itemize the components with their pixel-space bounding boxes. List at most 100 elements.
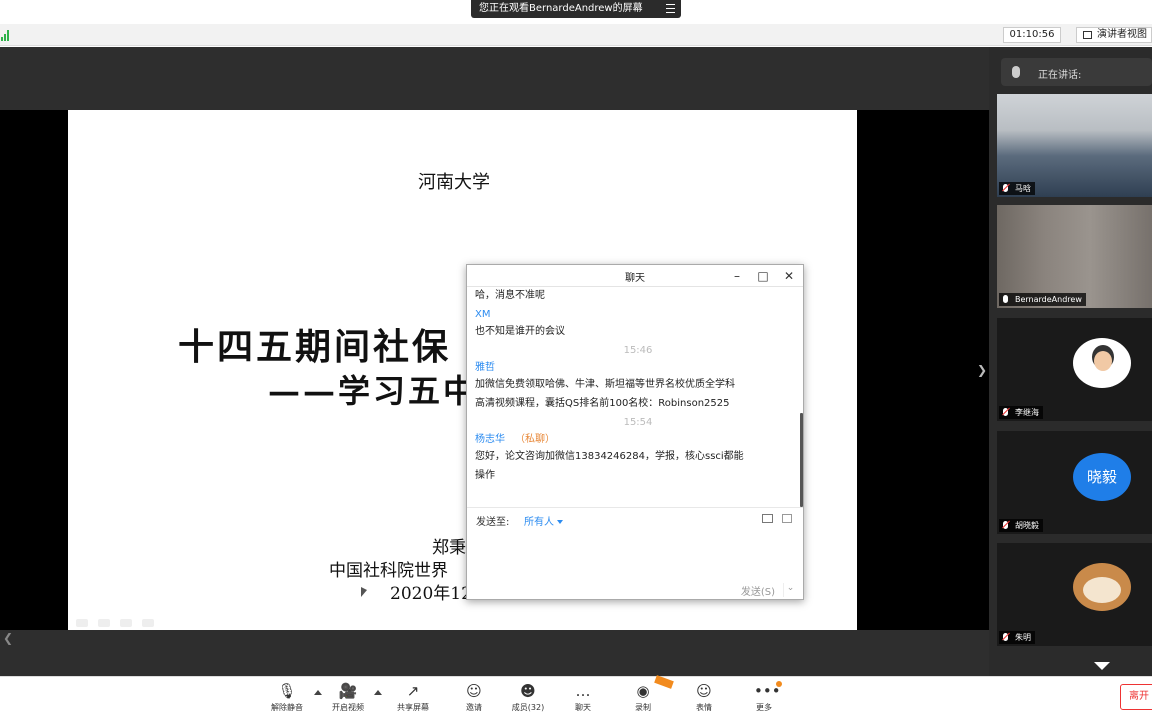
dog-avatar [1073, 563, 1131, 611]
send-to-label: 发送至: [476, 517, 510, 528]
chat-icon: … [575, 682, 591, 700]
more-label: 更多 [756, 703, 772, 712]
slide-toolbar [76, 612, 166, 627]
slide-title-line1: 十四五期间社保 [178, 326, 452, 368]
participant-name: 马晗 [1015, 184, 1031, 193]
participant-name: 胡晓毅 [1015, 521, 1039, 530]
next-page-icon[interactable]: ❯ [977, 363, 987, 377]
record-icon: ◉ [636, 682, 650, 700]
emoji-icon: ☺ [696, 682, 712, 700]
participant-name-tag: 朱明 [999, 631, 1035, 644]
chat-title: 聊天 [625, 273, 645, 284]
private-chat-tag: （私聊） [515, 434, 555, 445]
chat-timestamp: 15:54 [623, 417, 653, 428]
send-button[interactable]: 发送(S) [729, 583, 775, 598]
participant-name-tag: BernardeAndrew [999, 293, 1086, 306]
slide-university: 河南大学 [418, 172, 490, 193]
participant-name-tag: 胡晓毅 [999, 519, 1043, 532]
chat-message-list[interactable]: 哈，消息不准呢 XM 也不知是谁开的会议 15:46 雅哲加微信免费领取哈佛、牛津、斯坦… [475, 289, 801, 503]
chat-message-text: 操作 [475, 470, 495, 481]
invite-button[interactable]: ☺ 邀请 [446, 680, 502, 716]
chat-timestamp: 15:46 [623, 345, 653, 356]
participant-tile[interactable]: 马晗 [997, 94, 1152, 197]
start-video-label: 开启视频 [332, 703, 364, 712]
chat-message-text: 哈，消息不准呢 [475, 290, 545, 301]
file-icon[interactable] [782, 514, 792, 523]
participant-name: 朱明 [1015, 633, 1031, 642]
participant-name: 李继海 [1015, 408, 1039, 417]
mic-muted-icon [1003, 408, 1008, 416]
mic-muted-icon: 🎙 [277, 682, 297, 700]
layout-icon [1083, 31, 1092, 39]
participant-tile[interactable]: BernardeAndrew [997, 205, 1152, 308]
participant-tile[interactable]: 朱明 [997, 543, 1152, 646]
slide-organization: 中国社科院世界 [329, 561, 448, 581]
chat-sender-name[interactable]: 雅哲 [475, 361, 495, 375]
reactions-label: 表情 [696, 703, 712, 712]
chat-titlebar[interactable]: 聊天 – □ ✕ [467, 265, 803, 287]
participant-name: BernardeAndrew [1015, 295, 1082, 304]
private-chat-wrapper: （私聊） [515, 433, 555, 447]
viewing-banner-text: 您正在观看BernardeAndrew的屏幕 [479, 3, 643, 14]
avatar-initials: 晓毅 [1073, 453, 1131, 501]
slide-author: 郑秉 [432, 538, 466, 558]
scroll-down-icon[interactable] [1094, 662, 1110, 670]
mouse-cursor-icon [361, 587, 367, 597]
mic-muted-icon [1003, 184, 1008, 192]
maximize-icon[interactable]: □ [755, 268, 771, 284]
menu-icon[interactable] [666, 4, 675, 13]
meeting-info-bar [0, 24, 1152, 46]
avatar [1073, 338, 1131, 388]
participant-tile[interactable]: 李继海 [997, 318, 1152, 421]
chat-sender-name[interactable]: 杨志华 [475, 433, 505, 447]
send-options-icon[interactable]: ⌄ [783, 583, 797, 597]
reactions-button[interactable]: ☺ 表情 [676, 680, 732, 716]
invite-icon: ☺ [466, 682, 482, 700]
unmute-button[interactable]: 🎙 解除静音 [259, 680, 315, 716]
leave-button[interactable]: 离开 [1120, 684, 1152, 710]
unmute-label: 解除静音 [271, 703, 303, 712]
video-off-icon: 🎥 [338, 682, 358, 700]
chat-message-text: 您好，论文咨询加微信13834246284，学报，核心ssci都能 [475, 451, 744, 462]
share-screen-button[interactable]: ↗ 共享屏幕 [385, 680, 441, 716]
chat-scrollbar[interactable] [800, 413, 803, 507]
speaker-view-button[interactable]: 演讲者视图 [1076, 27, 1152, 43]
more-button[interactable]: ••• 更多 [736, 680, 792, 716]
slide-title-line2: ——学习五中 [268, 372, 479, 410]
chat-send-bar: 发送至: 所有人 [467, 507, 803, 529]
chat-label: 聊天 [575, 703, 591, 712]
slide-date: 2020年12 [390, 584, 472, 604]
recipient-select[interactable]: 所有人 [524, 513, 563, 528]
participant-name-tag: 李继海 [999, 406, 1043, 419]
share-screen-label: 共享屏幕 [397, 703, 429, 712]
chat-message-text: 加微信免费领取哈佛、牛津、斯坦福等世界名校优质全学科 [475, 379, 735, 390]
image-icon[interactable] [762, 514, 773, 523]
participants-button[interactable]: ☻ 成员(32) [500, 680, 556, 716]
mic-muted-icon [1003, 633, 1008, 641]
invite-label: 邀请 [466, 703, 482, 712]
chat-sender-name[interactable]: XM [475, 308, 490, 322]
chevron-down-icon [557, 520, 563, 524]
signal-strength-icon[interactable] [1, 30, 9, 41]
share-screen-icon: ↗ [406, 682, 420, 700]
participant-tile[interactable]: 晓毅 胡晓毅 [997, 431, 1152, 534]
participant-name-tag: 马晗 [999, 182, 1035, 195]
participants-label: 成员(32) [511, 703, 545, 712]
chat-message-text: 也不知是谁开的会议 [475, 326, 565, 337]
record-label: 录制 [635, 703, 651, 712]
notification-dot [776, 681, 782, 687]
video-options-caret[interactable] [374, 690, 382, 695]
chat-input[interactable] [471, 531, 799, 573]
viewing-screen-banner[interactable]: 您正在观看BernardeAndrew的屏幕 [471, 0, 681, 18]
meeting-timer: 01:10:56 [1003, 27, 1061, 43]
speaking-label: 正在讲话: [1038, 70, 1082, 81]
recipient-value: 所有人 [524, 517, 554, 528]
speaker-view-label: 演讲者视图 [1097, 29, 1147, 40]
participants-icon: ☻ [520, 682, 536, 700]
close-icon[interactable]: ✕ [781, 268, 797, 284]
chat-button[interactable]: … 聊天 [555, 680, 611, 716]
start-video-button[interactable]: 🎥 开启视频 [320, 680, 376, 716]
previous-page-icon[interactable]: ❮ [3, 631, 13, 645]
chat-message-text: 高清视频课程，囊括QS排名前100名校：Robinson2525 [475, 398, 730, 409]
minimize-icon[interactable]: – [729, 268, 745, 284]
